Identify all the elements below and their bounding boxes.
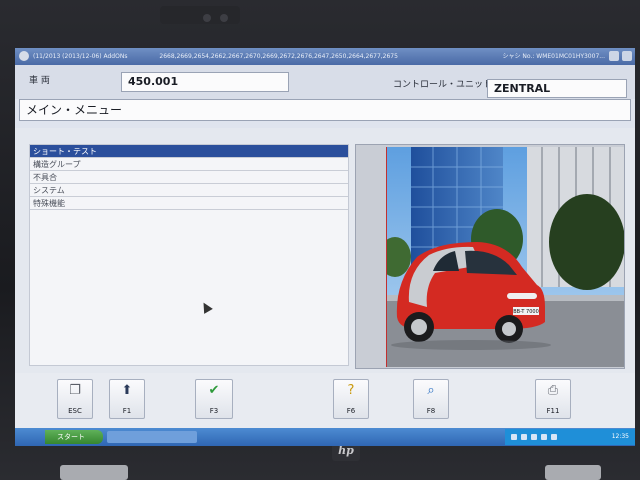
list-item-systems[interactable]: システム [30, 184, 348, 197]
window-title-mid: 2668,2669,2654,2662,2667,2670,2669,2672,… [159, 53, 398, 60]
vehicle-photo: BB-T 7000 [386, 147, 624, 367]
right-hinge [545, 465, 601, 480]
function-key-toolbar: ❐ ESC ⬆ F1 ✔ F3 ? F6 ⌕ F8 ⎙ F11 [15, 373, 635, 428]
home-arrow-icon: ⬆ [121, 383, 133, 398]
vehicle-image-frame: BB-T 7000 [355, 144, 625, 369]
help-icon: ? [347, 383, 355, 398]
menu-list: ショート・テスト 構造グループ 不具合 システム 特殊機能 [29, 144, 349, 366]
exit-icon: ❐ [69, 383, 81, 398]
app-icon [19, 51, 29, 61]
f8-key-label: F8 [426, 407, 436, 415]
f6-key-label: F6 [346, 407, 356, 415]
minimize-button[interactable] [609, 51, 619, 61]
magnifier-icon: ⌕ [427, 383, 435, 398]
vehicle-field: 450.001 [121, 72, 289, 92]
os-taskbar: スタート 12:35 [15, 428, 635, 446]
webcam-led-icon [220, 14, 228, 22]
start-button[interactable]: スタート [45, 430, 103, 444]
control-unit-label: コントロール・ユニット [393, 80, 493, 90]
printer-icon: ⎙ [547, 383, 559, 398]
f6-button[interactable]: ? F6 [333, 379, 369, 419]
red-smart-car-photo-icon: BB-T 7000 [387, 147, 624, 367]
taskbar-app-button[interactable] [107, 431, 197, 443]
license-plate-text: BB-T 7000 [513, 309, 539, 315]
vehicle-label: 車 両 [29, 76, 50, 86]
control-unit-field: ZENTRAL [487, 79, 627, 98]
system-tray: 12:35 [505, 429, 635, 445]
usb-icon[interactable] [551, 434, 557, 440]
f3-key-label: F3 [209, 407, 219, 415]
bezel-latch [160, 6, 240, 24]
f11-button[interactable]: ⎙ F11 [535, 379, 571, 419]
f1-button[interactable]: ⬆ F1 [109, 379, 145, 419]
left-hinge [60, 465, 128, 480]
f1-key-label: F1 [122, 407, 132, 415]
list-item-structure-groups[interactable]: 構造グループ [30, 158, 348, 171]
header-bar: 車 両 450.001 コントロール・ユニット ZENTRAL [15, 65, 635, 99]
esc-button[interactable]: ❐ ESC [57, 379, 93, 419]
f8-button[interactable]: ⌕ F8 [413, 379, 449, 419]
webcam-icon [203, 14, 211, 22]
list-item-short-test[interactable]: ショート・テスト [30, 145, 348, 158]
window-title-left: (11/2013 (2013/12-06) AddONs [33, 53, 128, 60]
screen: (11/2013 (2013/12-06) AddONs 2668,2669,2… [15, 48, 635, 446]
close-button[interactable] [622, 51, 632, 61]
f3-button[interactable]: ✔ F3 [195, 379, 233, 419]
battery-icon[interactable] [541, 434, 547, 440]
content-area: ショート・テスト 構造グループ 不具合 システム 特殊機能 BB-T 7000 [15, 128, 635, 373]
esc-key-label: ESC [68, 407, 82, 415]
window-title-right: シャシ No.: WME01MC01HY3007... [502, 53, 605, 60]
list-item-special-functions[interactable]: 特殊機能 [30, 197, 348, 210]
list-item-faults[interactable]: 不具合 [30, 171, 348, 184]
volume-icon[interactable] [521, 434, 527, 440]
security-icon[interactable] [531, 434, 537, 440]
network-icon[interactable] [511, 434, 517, 440]
checkmark-icon: ✔ [208, 383, 220, 398]
f11-key-label: F11 [546, 407, 560, 415]
window-titlebar: (11/2013 (2013/12-06) AddONs 2668,2669,2… [15, 48, 635, 65]
main-menu-title: メイン・メニュー [19, 99, 631, 121]
tray-clock[interactable]: 12:35 [612, 429, 629, 445]
